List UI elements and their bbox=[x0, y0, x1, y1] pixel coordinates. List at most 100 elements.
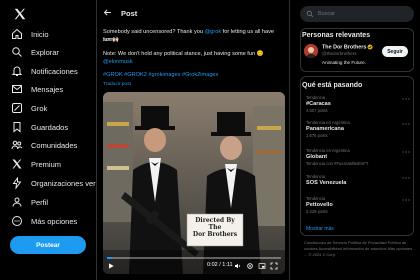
play-icon[interactable] bbox=[107, 262, 115, 270]
nav-item-organizaciones[interactable]: Organizaciones veri bbox=[11, 175, 97, 191]
more-options-icon[interactable] bbox=[402, 198, 410, 202]
trend-count: Tendencia con #FuerzaMileiEnFT bbox=[306, 161, 369, 166]
trend-context: Tendencia bbox=[306, 95, 326, 100]
mail-icon bbox=[12, 85, 22, 93]
search-icon bbox=[306, 10, 314, 18]
trend-item[interactable]: Tendencia en Argentina Globant Tendencia… bbox=[306, 148, 406, 166]
volume-icon[interactable] bbox=[234, 262, 242, 270]
search-box[interactable] bbox=[300, 6, 414, 22]
tweet-line: Note: We don't hold any political stance… bbox=[103, 51, 264, 57]
video-time: 0:02 / 1:11 bbox=[207, 262, 233, 268]
nav-item-grok[interactable]: Grok bbox=[11, 100, 47, 116]
bell-icon bbox=[11, 66, 23, 76]
nav-item-premium[interactable]: Premium bbox=[11, 156, 61, 172]
video-progress-bar[interactable] bbox=[107, 257, 281, 259]
search-icon bbox=[12, 47, 22, 57]
person-icon bbox=[12, 197, 22, 207]
nav-item-label: Notificaciones bbox=[31, 66, 78, 76]
verified-badge-icon bbox=[367, 44, 373, 50]
more-circle-icon bbox=[12, 216, 22, 226]
fullscreen-icon[interactable] bbox=[270, 262, 278, 270]
nav-item-explorar[interactable]: Explorar bbox=[11, 44, 59, 60]
trend-context: Tendencia bbox=[306, 174, 326, 179]
grok-icon bbox=[12, 103, 22, 113]
trend-count: 4.507 posts bbox=[306, 108, 328, 113]
account-name[interactable]: The Dor Brothers bbox=[322, 44, 373, 50]
back-arrow-icon[interactable] bbox=[103, 8, 112, 17]
bookmark-icon bbox=[13, 122, 21, 133]
nav-item-label: Inicio bbox=[31, 29, 49, 39]
more-options-icon[interactable] bbox=[402, 122, 410, 126]
nav-item-mensajes[interactable]: Mensajes bbox=[11, 81, 63, 97]
video-frame bbox=[103, 92, 285, 274]
trend-context: Tendencia en Argentina bbox=[306, 148, 350, 153]
trend-context: Tendencia bbox=[306, 196, 326, 201]
video-player[interactable]: Directed By The Dor Brothers 0:02 / 1:11 bbox=[103, 92, 285, 274]
trend-name: #Caracas bbox=[306, 101, 331, 107]
nav-item-guardados[interactable]: Guardados bbox=[11, 119, 68, 135]
nav-item-perfil[interactable]: Perfil bbox=[11, 194, 48, 210]
search-input[interactable] bbox=[318, 9, 410, 19]
nav-item-label: Mensajes bbox=[31, 84, 64, 94]
sign-line: Dor Brothers bbox=[192, 230, 238, 238]
post-button[interactable]: Postear bbox=[10, 236, 86, 254]
trend-item[interactable]: Tendencia en Argentina Panamericana 1.67… bbox=[306, 120, 406, 138]
more-options-icon[interactable] bbox=[402, 176, 410, 180]
nav-item-label: Organizaciones veri bbox=[31, 178, 98, 188]
nav-item-label: Más opciones bbox=[31, 216, 78, 226]
page-title: Post bbox=[121, 9, 138, 18]
avatar[interactable] bbox=[304, 44, 318, 58]
trend-item[interactable]: Tendencia #Caracas 4.507 posts bbox=[306, 95, 406, 113]
account-handle: @thedorbrothers bbox=[322, 51, 357, 56]
nav-item-inicio[interactable]: Inicio bbox=[11, 26, 49, 42]
trend-name: SOS Venezuela bbox=[306, 180, 347, 186]
trend-item[interactable]: Tendencia SOS Venezuela bbox=[306, 174, 406, 186]
nav-item-label: Premium bbox=[31, 159, 62, 169]
footer-links[interactable]: Condiciones de Servicio Política de Priv… bbox=[304, 240, 416, 259]
left-sidebar: Inicio Explorar Notificaciones Mensajes … bbox=[0, 0, 97, 280]
more-options-icon[interactable] bbox=[402, 150, 410, 154]
more-options-icon[interactable] bbox=[402, 97, 410, 101]
home-icon bbox=[12, 28, 22, 39]
people-icon bbox=[11, 140, 23, 150]
account-name-text: The Dor Brothers bbox=[322, 44, 367, 51]
follow-button[interactable]: Seguir bbox=[382, 46, 408, 57]
sign-text: Directed By The Dor Brothers bbox=[187, 217, 243, 239]
relevant-people-title: Personas relevantes bbox=[302, 32, 371, 39]
nav-item-mas-opciones[interactable]: Más opciones bbox=[11, 213, 77, 229]
lightning-icon bbox=[12, 177, 22, 189]
trend-name: Panamericana bbox=[306, 126, 344, 132]
trends-title: Qué está pasando bbox=[302, 82, 363, 89]
account-bio: Animating the Future. bbox=[322, 60, 366, 65]
nav-item-notificaciones[interactable]: Notificaciones bbox=[11, 63, 78, 79]
x-logo-icon[interactable] bbox=[13, 7, 27, 21]
show-more-link[interactable]: Mostrar más bbox=[306, 226, 334, 232]
nav-item-label: Grok bbox=[31, 103, 48, 113]
trend-context: Tendencia en Argentina bbox=[306, 120, 350, 125]
mention-link[interactable]: @grok bbox=[205, 29, 222, 35]
x-icon bbox=[12, 159, 22, 169]
trend-name: Globant bbox=[306, 154, 328, 160]
video-progress-fill bbox=[107, 257, 113, 259]
nav-item-comunidades[interactable]: Comunidades bbox=[11, 137, 77, 153]
translate-post-link[interactable]: Traducir post bbox=[103, 82, 131, 87]
avatar-image bbox=[304, 44, 318, 58]
settings-icon[interactable] bbox=[246, 262, 254, 270]
nav-item-label: Comunidades bbox=[31, 140, 78, 150]
right-sidebar: Personas relevantes The Dor Brothers @th… bbox=[296, 0, 420, 280]
nav-item-label: Guardados bbox=[31, 122, 69, 132]
picture-in-picture-icon[interactable] bbox=[258, 262, 266, 270]
trend-count: 3.229 posts bbox=[306, 209, 328, 214]
main-column: Post Somebody said uncensored? Thank you… bbox=[96, 0, 290, 280]
trend-name: Pettovello bbox=[306, 202, 333, 208]
post-header: Post bbox=[97, 0, 289, 26]
tweet-line: @elonmusk bbox=[103, 58, 285, 66]
nav-item-label: Perfil bbox=[31, 197, 49, 207]
trend-item[interactable]: Tendencia Pettovello 3.229 posts bbox=[306, 196, 406, 214]
trend-count: 1.676 posts bbox=[306, 133, 328, 138]
tweet-line: fun 🙌🏻 bbox=[103, 37, 120, 43]
hashtag-links[interactable]: #GROK #GROK2 #grokimages #Grok2images bbox=[103, 72, 218, 78]
tweet-text-segment: Somebody said uncensored? Thank you bbox=[103, 29, 205, 35]
mention-link[interactable]: @elonmusk bbox=[103, 59, 133, 65]
nav-item-label: Explorar bbox=[31, 47, 59, 57]
